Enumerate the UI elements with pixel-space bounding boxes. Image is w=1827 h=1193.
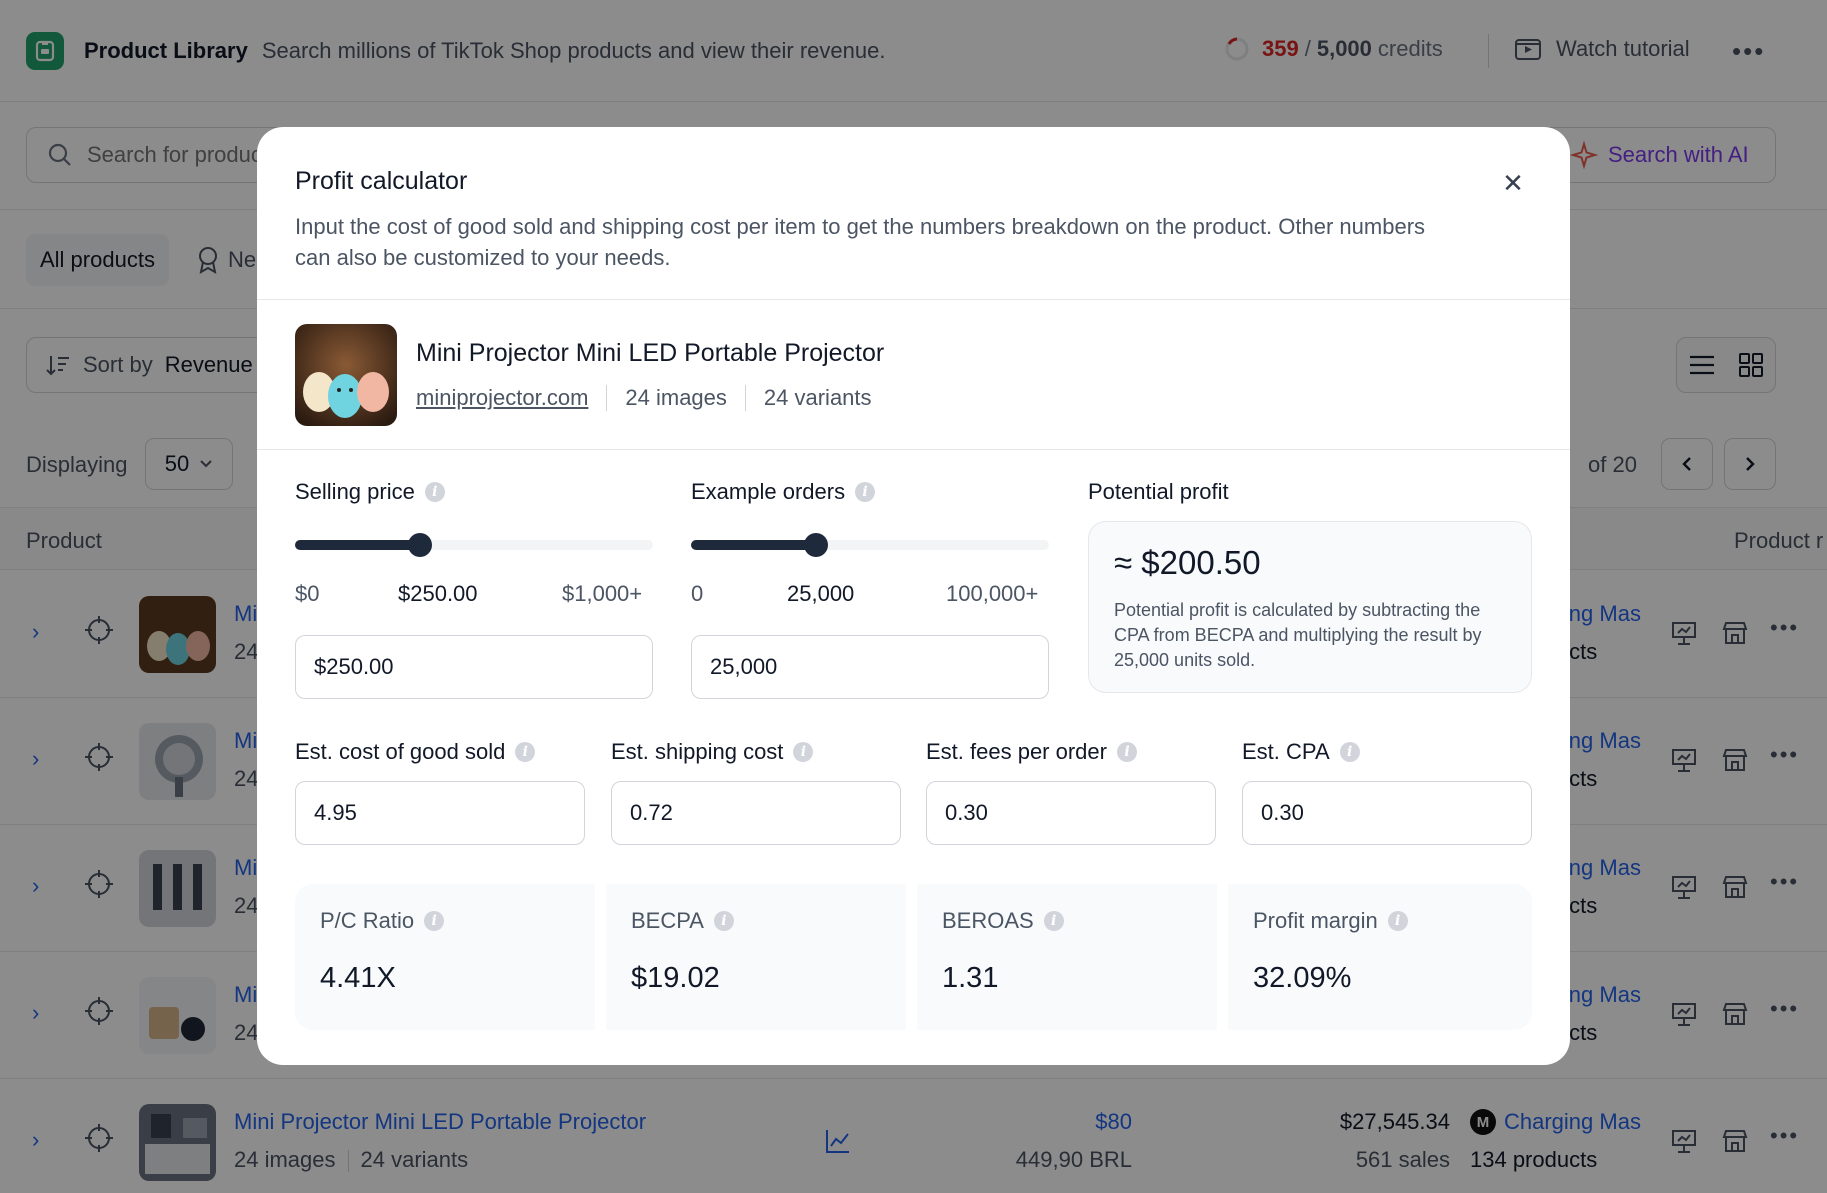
- metric-value: 32.09%: [1253, 962, 1352, 994]
- example-orders-input[interactable]: [710, 654, 1048, 680]
- product-name: Mini Projector Mini LED Portable Project…: [416, 339, 885, 367]
- info-icon[interactable]: i: [515, 742, 536, 762]
- product-image: [295, 324, 397, 426]
- modal-divider: [257, 449, 1570, 450]
- metric-label-text: BEROAS: [942, 908, 1034, 933]
- metric-label: P/C Ratio i: [320, 908, 445, 934]
- potential-profit-value: ≈ $200.50: [1114, 544, 1261, 581]
- example-orders-label-text: Example orders: [691, 479, 846, 504]
- shipping-cost-input[interactable]: [630, 800, 900, 826]
- info-icon[interactable]: i: [713, 911, 734, 931]
- profit-calculator-modal: Profit calculator ✕ Input the cost of go…: [257, 127, 1570, 1065]
- info-icon[interactable]: i: [424, 482, 445, 502]
- product-link[interactable]: miniprojector.com: [416, 385, 588, 411]
- meta-divider: [744, 385, 746, 411]
- cpa-label: Est. CPA i: [1242, 739, 1360, 765]
- selling-price-min: $0: [295, 581, 320, 606]
- metric-label-text: P/C Ratio: [320, 908, 415, 933]
- modal-divider: [257, 299, 1570, 300]
- metric-pc-ratio: P/C Ratio i 4.41X: [295, 884, 595, 1030]
- metric-label: BEROAS i: [942, 908, 1064, 934]
- cpa-input[interactable]: [1261, 800, 1531, 826]
- example-orders-field[interactable]: [691, 635, 1049, 699]
- info-icon[interactable]: i: [424, 911, 445, 931]
- cogs-label-text: Est. cost of good sold: [295, 739, 506, 764]
- metric-label: Profit margin i: [1253, 908, 1408, 934]
- product-meta: miniprojector.com 24 images 24 variants: [416, 385, 872, 411]
- product-variants-count: 24 variants: [763, 385, 872, 410]
- modal-description: Input the cost of good sold and shipping…: [295, 214, 1426, 270]
- info-icon[interactable]: i: [1043, 911, 1064, 931]
- metric-label-text: Profit margin: [1253, 908, 1378, 933]
- example-orders-max: 100,000+: [946, 581, 1039, 606]
- selling-price-label-text: Selling price: [295, 479, 415, 504]
- info-icon[interactable]: i: [793, 742, 814, 762]
- example-orders-min: 0: [691, 581, 704, 606]
- cogs-label: Est. cost of good sold i: [295, 739, 536, 765]
- selling-price-field[interactable]: [295, 635, 653, 699]
- selling-price-label: Selling price i: [295, 479, 445, 505]
- potential-profit-card: ≈ $200.50 Potential profit is calculated…: [1088, 521, 1532, 693]
- meta-divider: [606, 385, 608, 411]
- metric-value: 1.31: [942, 962, 999, 994]
- example-orders-current: 25,000: [787, 581, 855, 606]
- metric-value: 4.41X: [320, 962, 396, 994]
- example-orders-slider[interactable]: [691, 533, 1049, 557]
- potential-profit-label: Potential profit: [1088, 479, 1229, 504]
- metric-value: $19.02: [631, 962, 720, 994]
- shipping-cost-label: Est. shipping cost i: [611, 739, 814, 765]
- example-orders-slider-handle[interactable]: [804, 533, 829, 557]
- example-orders-label: Example orders i: [691, 479, 876, 505]
- modal-title: Profit calculator: [295, 167, 468, 195]
- info-icon[interactable]: i: [855, 482, 876, 502]
- selling-price-current: $250.00: [398, 581, 478, 606]
- fees-per-order-input[interactable]: [945, 800, 1215, 826]
- selling-price-slider-handle[interactable]: [408, 533, 433, 557]
- shipping-cost-label-text: Est. shipping cost: [611, 739, 784, 764]
- selling-price-max: $1,000+: [562, 581, 643, 606]
- metric-beroas: BEROAS i 1.31: [917, 884, 1217, 1030]
- cpa-label-text: Est. CPA: [1242, 739, 1330, 764]
- fees-per-order-label-text: Est. fees per order: [926, 739, 1107, 764]
- metric-becpa: BECPA i $19.02: [606, 884, 906, 1030]
- info-icon[interactable]: i: [1339, 742, 1360, 762]
- selling-price-slider[interactable]: [295, 533, 653, 557]
- potential-profit-note: Potential profit is calculated by subtra…: [1114, 600, 1482, 670]
- cpa-field[interactable]: [1242, 781, 1532, 845]
- metric-profit-margin: Profit margin i 32.09%: [1228, 884, 1532, 1030]
- metric-label-text: BECPA: [631, 908, 704, 933]
- metric-label: BECPA i: [631, 908, 734, 934]
- product-images-count: 24 images: [625, 385, 727, 410]
- fees-per-order-label: Est. fees per order i: [926, 739, 1137, 765]
- cogs-input[interactable]: [314, 800, 584, 826]
- info-icon[interactable]: i: [1116, 742, 1137, 762]
- selling-price-input[interactable]: [314, 654, 652, 680]
- shipping-cost-field[interactable]: [611, 781, 901, 845]
- cogs-field[interactable]: [295, 781, 585, 845]
- close-icon[interactable]: ✕: [1493, 163, 1533, 203]
- selling-price-slider-fill: [295, 540, 421, 550]
- info-icon[interactable]: i: [1387, 911, 1408, 931]
- fees-per-order-field[interactable]: [926, 781, 1216, 845]
- example-orders-slider-fill: [691, 540, 817, 550]
